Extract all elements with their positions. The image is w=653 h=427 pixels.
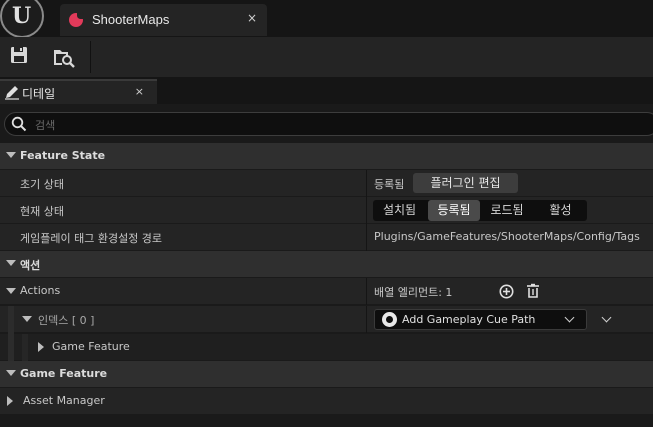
unreal-class-icon — [382, 312, 397, 327]
document-tab-shootermaps[interactable]: ShooterMaps × — [60, 4, 267, 36]
details-tab-close-icon[interactable]: × — [135, 85, 144, 98]
column-divider[interactable] — [366, 170, 367, 197]
document-tab-title: ShooterMaps — [92, 12, 170, 27]
collapse-arrow-icon[interactable] — [6, 260, 16, 266]
state-option-active[interactable]: 활성 — [534, 200, 587, 221]
expand-arrow-icon[interactable] — [6, 288, 16, 294]
search-input[interactable]: 검색 — [4, 112, 653, 136]
details-tab[interactable]: 디테일 × — [0, 79, 157, 104]
property-label: Actions — [20, 284, 61, 297]
document-tab-close-icon[interactable]: × — [247, 11, 257, 25]
config-path-value: Plugins/GameFeatures/ShooterMaps/Config/… — [374, 230, 640, 243]
property-label: Game Feature — [52, 340, 130, 353]
property-row-tag-config-path: 게임플레이 태그 환경설정 경로 Plugins/GameFeatures/Sh… — [0, 224, 653, 251]
property-row-game-feature-child: Game Feature — [0, 334, 653, 362]
state-option-registered[interactable]: 등록됨 — [428, 200, 480, 221]
edit-plugin-button[interactable]: 플러그인 편집 — [413, 173, 518, 193]
property-label: Asset Manager — [23, 394, 105, 407]
column-divider[interactable] — [366, 306, 367, 333]
property-row-initial-state: 초기 상태 등록됨 플러그인 편집 — [0, 170, 653, 197]
save-icon — [11, 47, 27, 63]
browse-to-asset-button[interactable] — [51, 44, 77, 70]
property-label: 초기 상태 — [20, 178, 64, 191]
column-divider[interactable] — [366, 197, 367, 224]
trash-icon[interactable] — [526, 283, 540, 299]
section-title: 액션 — [20, 259, 41, 272]
action-type-dropdown[interactable]: Add Gameplay Cue Path — [374, 309, 587, 330]
section-feature-state[interactable]: Feature State — [0, 143, 653, 169]
expand-arrow-icon[interactable] — [7, 396, 13, 406]
collapse-arrow-icon[interactable] — [6, 152, 16, 158]
details-tab-title: 디테일 — [22, 87, 56, 101]
collapse-arrow-icon[interactable] — [6, 370, 16, 376]
indent-guide — [22, 334, 28, 362]
indent-guide — [8, 306, 14, 334]
property-row-actions: Actions 배열 엘리먼트: 1 — [0, 278, 653, 305]
toolbar-separator — [90, 41, 91, 73]
array-count-label: 배열 엘리먼트: 1 — [374, 286, 453, 299]
pencil-icon — [5, 86, 19, 100]
current-state-segmented-control: 설치됨 등록됨 로드됨 활성 — [373, 200, 587, 221]
section-game-feature[interactable]: Game Feature — [0, 361, 653, 387]
game-feature-asset-icon — [69, 12, 84, 27]
property-row-current-state: 현재 상태 설치됨 등록됨 로드됨 활성 — [0, 197, 653, 224]
folder-search-icon — [54, 50, 75, 68]
toolbar — [0, 37, 653, 77]
initial-state-value: 등록됨 — [374, 178, 405, 191]
column-divider[interactable] — [366, 224, 367, 251]
chevron-down-icon — [564, 312, 575, 323]
property-row-index-0: 인덱스 [ 0 ] Add Gameplay Cue Path — [0, 306, 653, 334]
property-label: 인덱스 [ 0 ] — [38, 314, 95, 327]
dropdown-selected-value: Add Gameplay Cue Path — [402, 313, 536, 326]
section-actions[interactable]: 액션 — [0, 251, 653, 277]
property-label: 게임플레이 태그 환경설정 경로 — [20, 232, 163, 245]
property-row-asset-manager: Asset Manager — [0, 388, 653, 415]
property-label: 현재 상태 — [20, 205, 64, 218]
section-title: Game Feature — [20, 367, 108, 380]
search-icon — [11, 116, 27, 132]
column-divider[interactable] — [366, 278, 367, 305]
expand-arrow-icon[interactable] — [22, 316, 32, 322]
expand-arrow-icon[interactable] — [38, 342, 44, 352]
section-title: Feature State — [20, 149, 106, 162]
search-placeholder: 검색 — [35, 119, 56, 132]
save-button[interactable] — [8, 44, 34, 70]
state-option-installed[interactable]: 설치됨 — [373, 200, 426, 221]
row-options-chevron-down-icon[interactable] — [601, 312, 612, 323]
indent-guide — [8, 334, 14, 362]
add-element-icon[interactable] — [499, 284, 514, 299]
state-option-loaded[interactable]: 로드됨 — [482, 200, 532, 221]
